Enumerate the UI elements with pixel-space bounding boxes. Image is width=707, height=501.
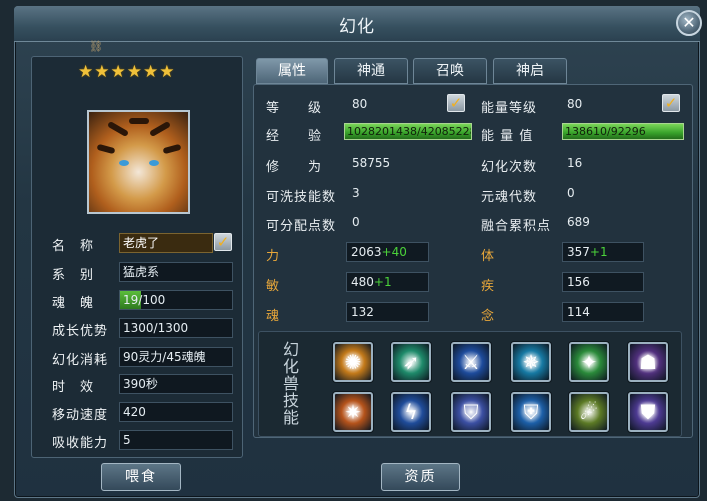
lightning-strike-icon[interactable]: ϟ	[391, 392, 431, 432]
attr-constitution-value: 357+1	[562, 242, 644, 262]
green-slash-icon[interactable]: ➶	[391, 342, 431, 382]
pet-field-soul: 魂 魄 19/100	[52, 290, 234, 311]
stat-energy-value: 能 量 值 138610/92296	[481, 122, 686, 144]
pet-name-input[interactable]: 老虎了	[119, 233, 213, 253]
soul-value: 19/100	[123, 293, 166, 307]
name-confirm-checkbox[interactable]: ✓	[214, 233, 232, 251]
sunburst-icon[interactable]: ✺	[333, 342, 373, 382]
soul-progress-bar: 19/100	[119, 290, 233, 310]
close-icon[interactable]: ✕	[676, 10, 702, 36]
stat-cultivation: 修 为 58755	[266, 156, 391, 175]
chain-decoration-icon: ⛓	[89, 40, 103, 53]
cyan-vortex-icon[interactable]: ✵	[511, 342, 551, 382]
attr-mind: 念 114	[481, 302, 651, 324]
experience-bar: 1028201438/420852288	[344, 123, 472, 140]
pet-field-growth: 成长优势 1300/1300	[52, 318, 234, 339]
blue-shield-icon[interactable]: ⛨	[511, 392, 551, 432]
attr-soul-value: 132	[346, 302, 429, 322]
attr-strength-value: 2063+40	[346, 242, 429, 262]
light-beam-icon[interactable]: ☄	[569, 392, 609, 432]
stat-free-points: 可分配点数 0	[266, 215, 360, 234]
window-title: 幻化	[339, 17, 375, 37]
tab-divine-power[interactable]: 神通	[334, 58, 408, 84]
level-lock-checkbox[interactable]: ✓	[447, 94, 465, 112]
attr-strength: 力 2063+40	[266, 242, 436, 264]
violet-shield-icon[interactable]: ⛉	[451, 392, 491, 432]
star-rating: ★★★★★★	[78, 62, 176, 82]
energy-bar: 138610/92296	[562, 123, 684, 140]
blue-blade-icon[interactable]: ⚔	[451, 342, 491, 382]
stat-transform-count: 幻化次数 16	[481, 156, 583, 175]
attr-soul: 魂 132	[266, 302, 436, 324]
attr-constitution: 体 357+1	[481, 242, 651, 264]
stat-level: 等 级 80 ✓	[266, 94, 476, 116]
pet-field-cost: 幻化消耗 90灵力/45魂魄	[52, 347, 234, 368]
attr-mind-value: 114	[562, 302, 644, 322]
attr-speed: 疾 156	[481, 272, 651, 294]
tab-divine-awakening[interactable]: 神启	[493, 58, 567, 84]
skills-title: 幻化兽技能	[283, 340, 300, 427]
tab-summon[interactable]: 召唤	[413, 58, 487, 84]
energy-lock-checkbox[interactable]: ✓	[662, 94, 680, 112]
pet-field-absorb: 吸收能力 5	[52, 430, 234, 451]
aptitude-button[interactable]: 资质	[381, 463, 460, 491]
green-claw-icon[interactable]: ✦	[569, 342, 609, 382]
tab-attributes[interactable]: 属性	[256, 58, 328, 84]
feed-button[interactable]: 喂食	[101, 463, 181, 491]
flame-claw-icon[interactable]: ✷	[333, 392, 373, 432]
stat-fusion-points: 融合累积点 689	[481, 215, 590, 234]
purple-shield-icon[interactable]: ⛊	[628, 392, 668, 432]
stat-experience: 经 验 1028201438/420852288	[266, 123, 472, 144]
pet-field-type: 系 别 猛虎系	[52, 262, 234, 283]
pet-portrait-tiger	[87, 110, 190, 214]
attr-agility: 敏 480+1	[266, 272, 436, 294]
pet-field-speed: 移动速度 420	[52, 402, 234, 423]
title-bar: 幻化	[14, 6, 700, 42]
stat-energy-level: 能量等级 80 ✓	[481, 94, 686, 116]
attr-agility-value: 480+1	[346, 272, 429, 292]
purple-figure-icon[interactable]: ☗	[628, 342, 668, 382]
attr-speed-value: 156	[562, 272, 644, 292]
pet-field-duration: 时 效 390秒	[52, 374, 234, 395]
stat-rerollable-skills: 可洗技能数 3	[266, 186, 360, 205]
pet-field-name: 名 称 老虎了 ✓	[52, 233, 234, 254]
stat-soul-generation: 元魂代数 0	[481, 186, 575, 205]
